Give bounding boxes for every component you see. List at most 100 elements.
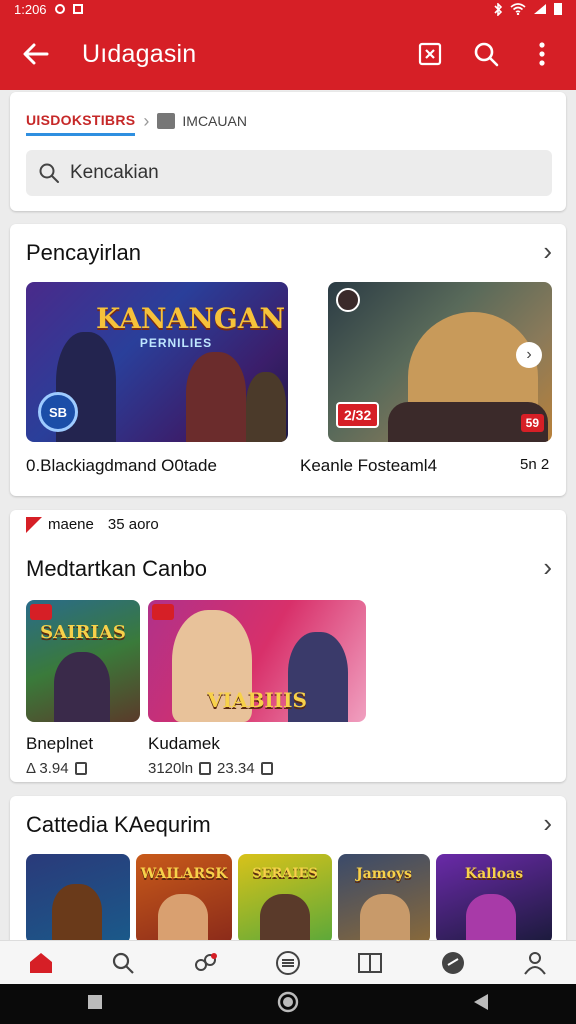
banner-label[interactable]: 0.Blackiagdmand O0tade [26,456,217,476]
tile-art-title: SAIRIAS [40,622,126,643]
featured-title: Pencayirlan [26,240,141,265]
search-icon [39,163,59,183]
battery-icon [554,3,562,15]
back-button[interactable] [16,34,56,74]
nav-social[interactable] [186,943,226,983]
square-icon [88,994,102,1009]
search-card: UISDOKSTIBRS › IMCAUAN Kencakian [10,92,566,211]
folder-icon [157,113,176,129]
avatar [336,288,360,312]
nav-home[interactable] [21,943,61,983]
hero-figure [158,894,208,944]
featured-banner-2[interactable]: › 2/32 59 [328,282,552,442]
more-options-button[interactable] [524,36,560,72]
category-section: Cattedia KAequrim › WAILARSK SERAIES Jam… [10,796,566,956]
home-icon [30,952,53,973]
banner-art-subtitle: PERNILIES [139,336,213,350]
hot-badge [30,604,52,620]
tile-art-title: Jamoys [356,866,412,882]
game-name[interactable]: Kudamek [148,734,220,754]
person-star-icon [524,951,546,975]
discount-badge: 2/32 [336,402,380,428]
nav-search[interactable] [103,943,143,983]
category-tile-1[interactable] [26,854,130,944]
promo-text: maene [48,516,94,533]
storage-icon [74,762,87,775]
rating-badge: 59 [520,414,544,432]
game-meta: 3120ln 23.34 [148,760,273,777]
category-tile-2[interactable]: WAILARSK [136,854,232,944]
close-box-icon [418,42,442,66]
more-vert-icon [539,42,545,66]
search-input[interactable]: Kencakian [26,150,552,196]
tile-art-title: SERAIES [252,866,318,881]
chevron-right-icon: › [143,110,150,131]
book-icon [358,952,383,973]
nav-explore[interactable] [433,943,473,983]
status-time: 1:206 [14,1,47,17]
search-icon [474,42,499,67]
chevron-right-icon[interactable]: › [543,808,552,839]
triangle-back-icon [474,993,488,1010]
category-tile-5[interactable]: Kalloas [436,854,552,944]
people-icon [194,952,217,971]
hero-figure [360,894,410,944]
hot-badge [152,604,174,620]
nav-list[interactable] [268,943,308,983]
arrow-left-icon [23,43,49,65]
breadcrumb: UISDOKSTIBRS › IMCAUAN [26,110,247,136]
featured-section: Pencayirlan › KANANGAN PERNILIES SB 0.Bl… [10,224,566,496]
storage-icon [260,762,273,775]
category-tile-3[interactable]: SERAIES [238,854,332,944]
recommended-section: maene 35 aoro Medtartkan Canbo › SAIRIAS… [10,510,566,782]
promo-strip: maene 35 aoro [26,516,159,533]
compass-icon [441,951,464,974]
meta-value: Δ 3.94 [26,760,69,777]
nav-library[interactable] [350,943,390,983]
featured-banner-1[interactable]: KANANGAN PERNILIES SB [26,282,288,442]
game-tile-2[interactable]: VIABIIIS [148,600,366,722]
chevron-right-icon[interactable]: › [543,236,552,267]
hero-figure [54,652,110,722]
breadcrumb-item-active[interactable]: UISDOKSTIBRS [26,112,136,136]
home-button[interactable] [277,991,299,1018]
wifi-icon [510,3,526,15]
bottom-navigation [0,940,576,984]
nav-profile[interactable] [515,943,555,983]
circle-icon [277,991,299,1012]
meta-value: 3120ln [148,760,194,777]
category-title: Cattedia KAequrim [26,812,211,837]
list-circle-icon [275,950,300,975]
hero-figure [52,884,102,944]
breadcrumb-item[interactable]: IMCAUAN [182,113,247,129]
search-button[interactable] [468,36,504,72]
storage-icon [199,762,212,775]
hero-figure [186,352,246,442]
bluetooth-icon [494,2,503,16]
game-name[interactable]: Bneplnet [26,734,93,754]
close-box-button[interactable] [412,36,448,72]
chevron-right-icon[interactable]: › [543,552,552,583]
hero-figure [260,894,310,944]
search-icon [113,952,135,974]
chevron-right-icon[interactable]: › [516,342,542,368]
banner-art-title: KANANGAN [96,302,286,335]
back-nav-button[interactable] [473,993,489,1016]
status-bar: 1:206 [0,0,576,18]
app-bar: Uıdagasin [0,18,576,90]
notification-icon [72,4,83,14]
system-navigation-bar [0,984,576,1024]
page-title: Uıdagasin [82,39,197,68]
tile-art-title: VIABIIIS [207,688,307,712]
game-tile-1[interactable]: SAIRIAS [26,600,140,722]
promo-text-2: 35 aoro [107,516,159,533]
recent-apps-button[interactable] [87,994,103,1015]
banner-label[interactable]: Keanle Fosteaml4 [300,456,437,476]
recommended-title: Medtartkan Canbo [26,556,207,581]
search-placeholder: Kencakian [70,162,159,183]
banner-extra: 5n 2 [520,456,550,473]
meta-value: 23.34 [217,760,255,777]
hero-figure [246,372,286,442]
category-tile-4[interactable]: Jamoys [338,854,430,944]
record-icon [54,4,65,14]
